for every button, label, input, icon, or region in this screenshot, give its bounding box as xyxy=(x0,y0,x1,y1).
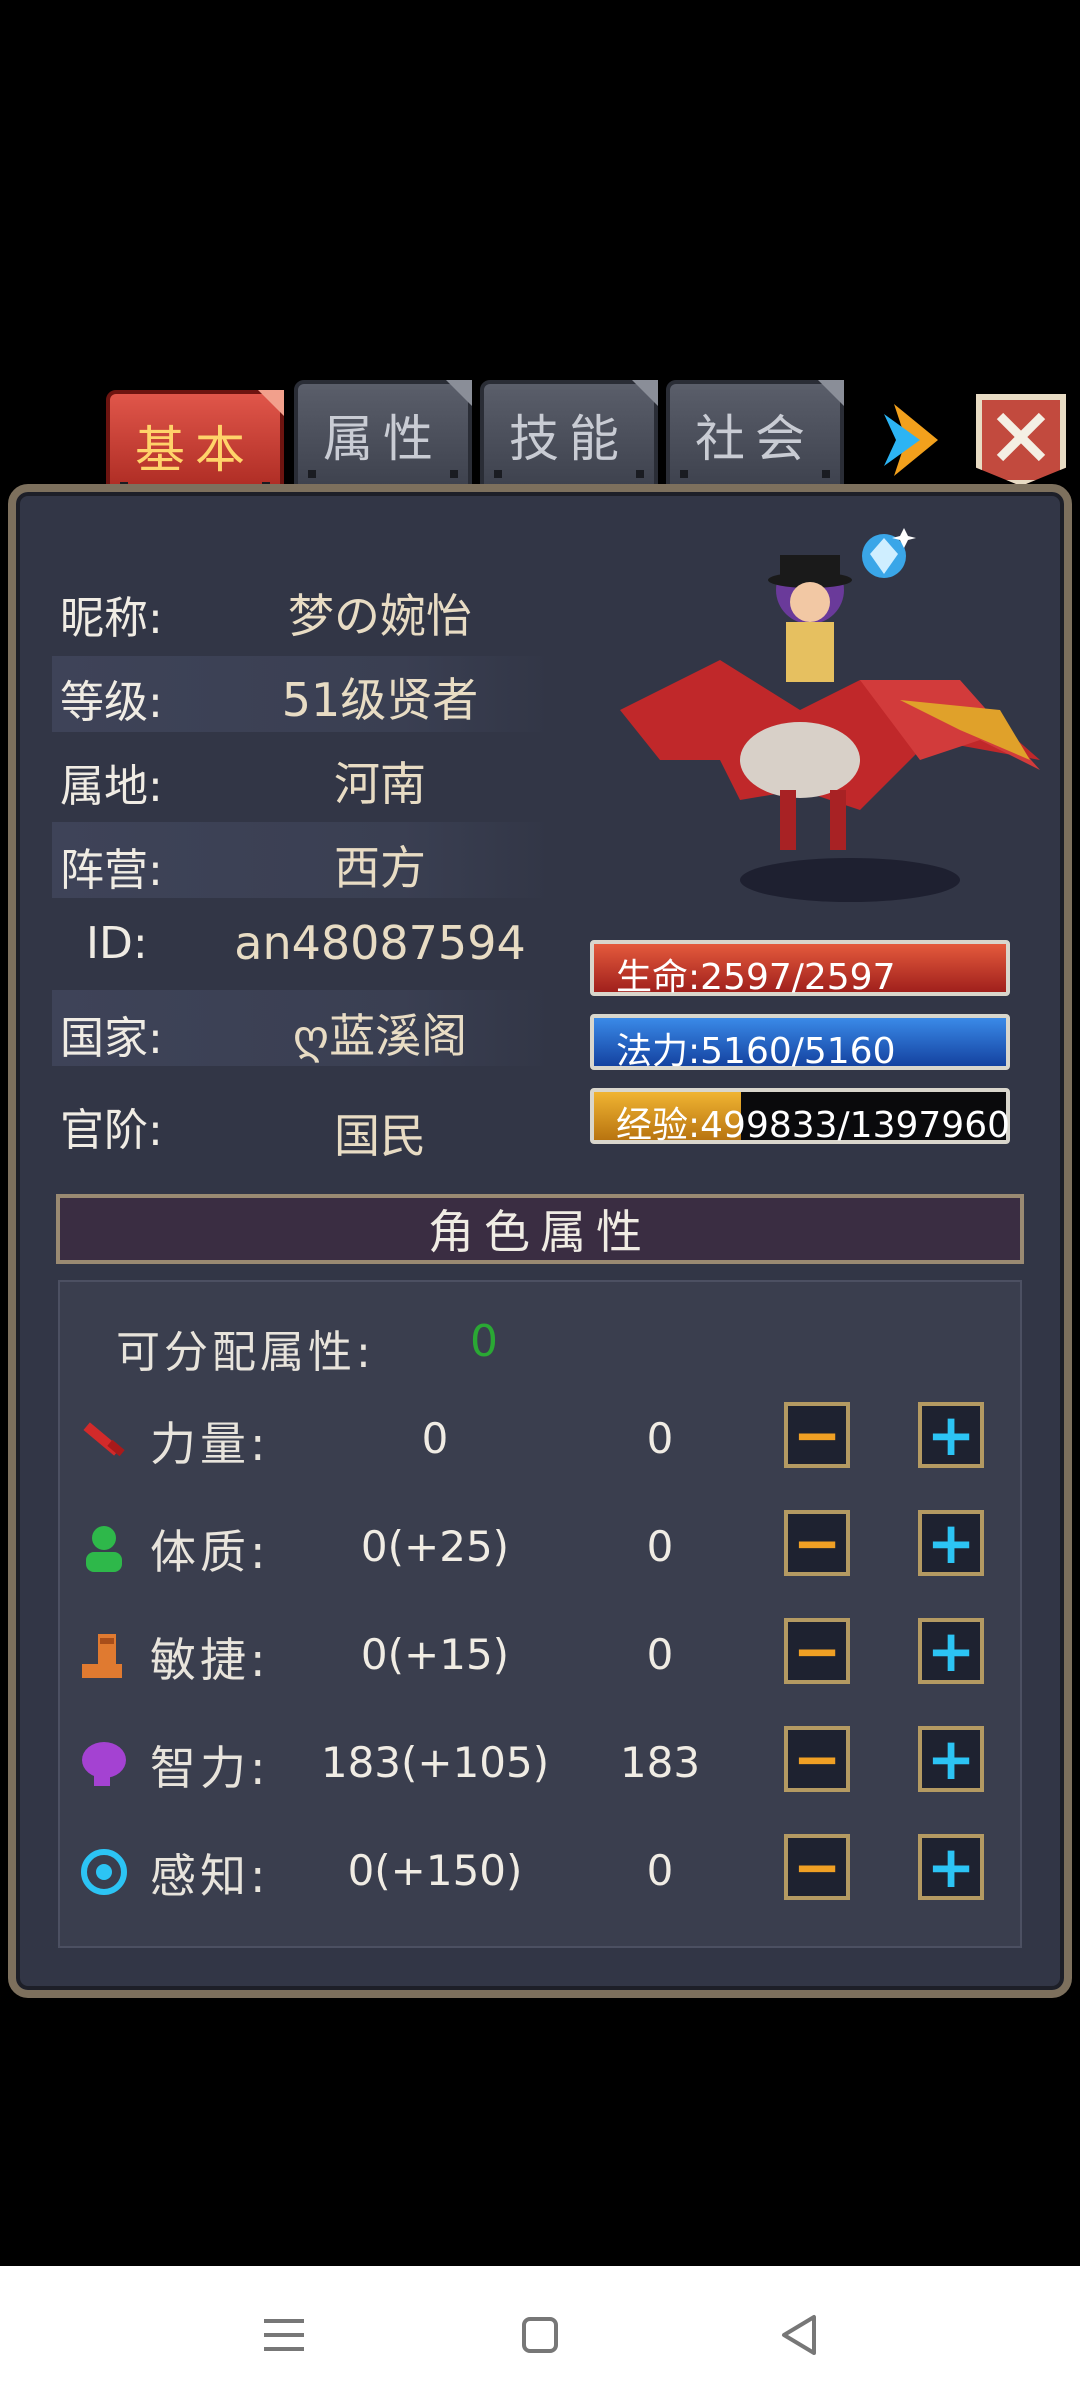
attribute-section-header: 角色属性 xyxy=(56,1194,1024,1264)
character-avatar xyxy=(620,555,1040,902)
attribute-row-agility: 敏捷: 0(+15) 0 − + xyxy=(60,1612,1000,1702)
constitution-base: 0(+25) xyxy=(360,1522,510,1571)
next-arrow-icon[interactable] xyxy=(880,400,944,480)
exp-bar: 经验:499833/1397960 xyxy=(590,1088,1010,1146)
perception-base: 0(+150) xyxy=(347,1846,523,1895)
close-button[interactable] xyxy=(976,394,1066,486)
attribute-section-title: 角色属性 xyxy=(428,1205,652,1259)
country-label: 国家: xyxy=(60,1013,163,1064)
intelligence-minus-button[interactable]: − xyxy=(784,1726,850,1792)
faction-label: 阵营: xyxy=(60,845,163,896)
rank-label: 官阶: xyxy=(60,1105,163,1156)
constitution-label: 体质: xyxy=(150,1525,270,1579)
tab-skills[interactable]: 技能 xyxy=(480,380,658,490)
tab-social-label: 社会 xyxy=(695,410,815,468)
strength-minus-button[interactable]: − xyxy=(784,1402,850,1468)
mp-text: 法力:5160/5160 xyxy=(616,1031,896,1072)
mp-bar: 法力:5160/5160 xyxy=(590,1014,1010,1072)
tab-attributes[interactable]: 属性 xyxy=(294,380,472,490)
nickname-value: 梦の婉怡 xyxy=(288,589,472,643)
intelligence-base: 183(+105) xyxy=(320,1738,550,1787)
home-icon[interactable] xyxy=(510,2305,570,2365)
id-value: an48087594 xyxy=(234,916,526,970)
location-value: 河南 xyxy=(334,757,426,811)
attribute-row-intelligence: 智力: 183(+105) 183 − + xyxy=(60,1720,1000,1810)
agility-label: 敏捷: xyxy=(150,1633,270,1687)
boot-icon xyxy=(82,1634,122,1678)
agility-plus-button[interactable]: + xyxy=(918,1618,984,1684)
country-value: ღ蓝溪阁 xyxy=(292,1009,468,1063)
agility-base: 0(+15) xyxy=(360,1630,510,1679)
person-icon xyxy=(86,1526,122,1572)
location-label: 属地: xyxy=(60,761,163,812)
menu-icon[interactable] xyxy=(254,2305,314,2365)
constitution-plus-button[interactable]: + xyxy=(918,1510,984,1576)
attribute-row-strength: 力量: 0 0 − + xyxy=(60,1396,1000,1486)
agility-minus-button[interactable]: − xyxy=(784,1618,850,1684)
tab-basic-label: 基本 xyxy=(135,421,255,479)
constitution-total: 0 xyxy=(646,1522,674,1571)
id-label: ID: xyxy=(86,918,148,969)
perception-plus-button[interactable]: + xyxy=(918,1834,984,1900)
exp-text: 经验:499833/1397960 xyxy=(616,1105,1011,1146)
close-icon xyxy=(996,412,1046,462)
perception-total: 0 xyxy=(646,1846,674,1895)
strength-total: 0 xyxy=(646,1414,674,1463)
back-icon[interactable] xyxy=(770,2305,830,2365)
nickname-label: 昵称: xyxy=(60,593,163,644)
level-value: 51级贤者 xyxy=(281,673,479,727)
level-label: 等级: xyxy=(60,677,163,728)
target-icon xyxy=(81,1849,127,1895)
tab-social[interactable]: 社会 xyxy=(666,380,844,490)
strength-base: 0 xyxy=(421,1414,449,1463)
constitution-minus-button[interactable]: − xyxy=(784,1510,850,1576)
attribute-row-constitution: 体质: 0(+25) 0 − + xyxy=(60,1504,1000,1594)
rank-value: 国民 xyxy=(334,1109,426,1163)
hp-text: 生命:2597/2597 xyxy=(616,957,896,998)
intelligence-plus-button[interactable]: + xyxy=(918,1726,984,1792)
strength-plus-button[interactable]: + xyxy=(918,1402,984,1468)
allocatable-value: 0 xyxy=(470,1316,498,1367)
tab-skills-label: 技能 xyxy=(509,410,629,468)
hp-bar: 生命:2597/2597 xyxy=(590,940,1010,998)
attribute-row-perception: 感知: 0(+150) 0 − + xyxy=(60,1828,1000,1918)
agility-total: 0 xyxy=(646,1630,674,1679)
strength-label: 力量: xyxy=(150,1417,270,1471)
brain-icon xyxy=(82,1742,126,1786)
tab-attributes-label: 属性 xyxy=(323,410,443,468)
sword-icon xyxy=(83,1422,125,1457)
allocatable-label: 可分配属性: xyxy=(116,1327,375,1378)
perception-label: 感知: xyxy=(150,1849,270,1903)
intelligence-total: 183 xyxy=(619,1738,701,1787)
intelligence-label: 智力: xyxy=(150,1741,270,1795)
gem-icon xyxy=(862,528,916,578)
perception-minus-button[interactable]: − xyxy=(784,1834,850,1900)
faction-value: 西方 xyxy=(334,841,426,895)
